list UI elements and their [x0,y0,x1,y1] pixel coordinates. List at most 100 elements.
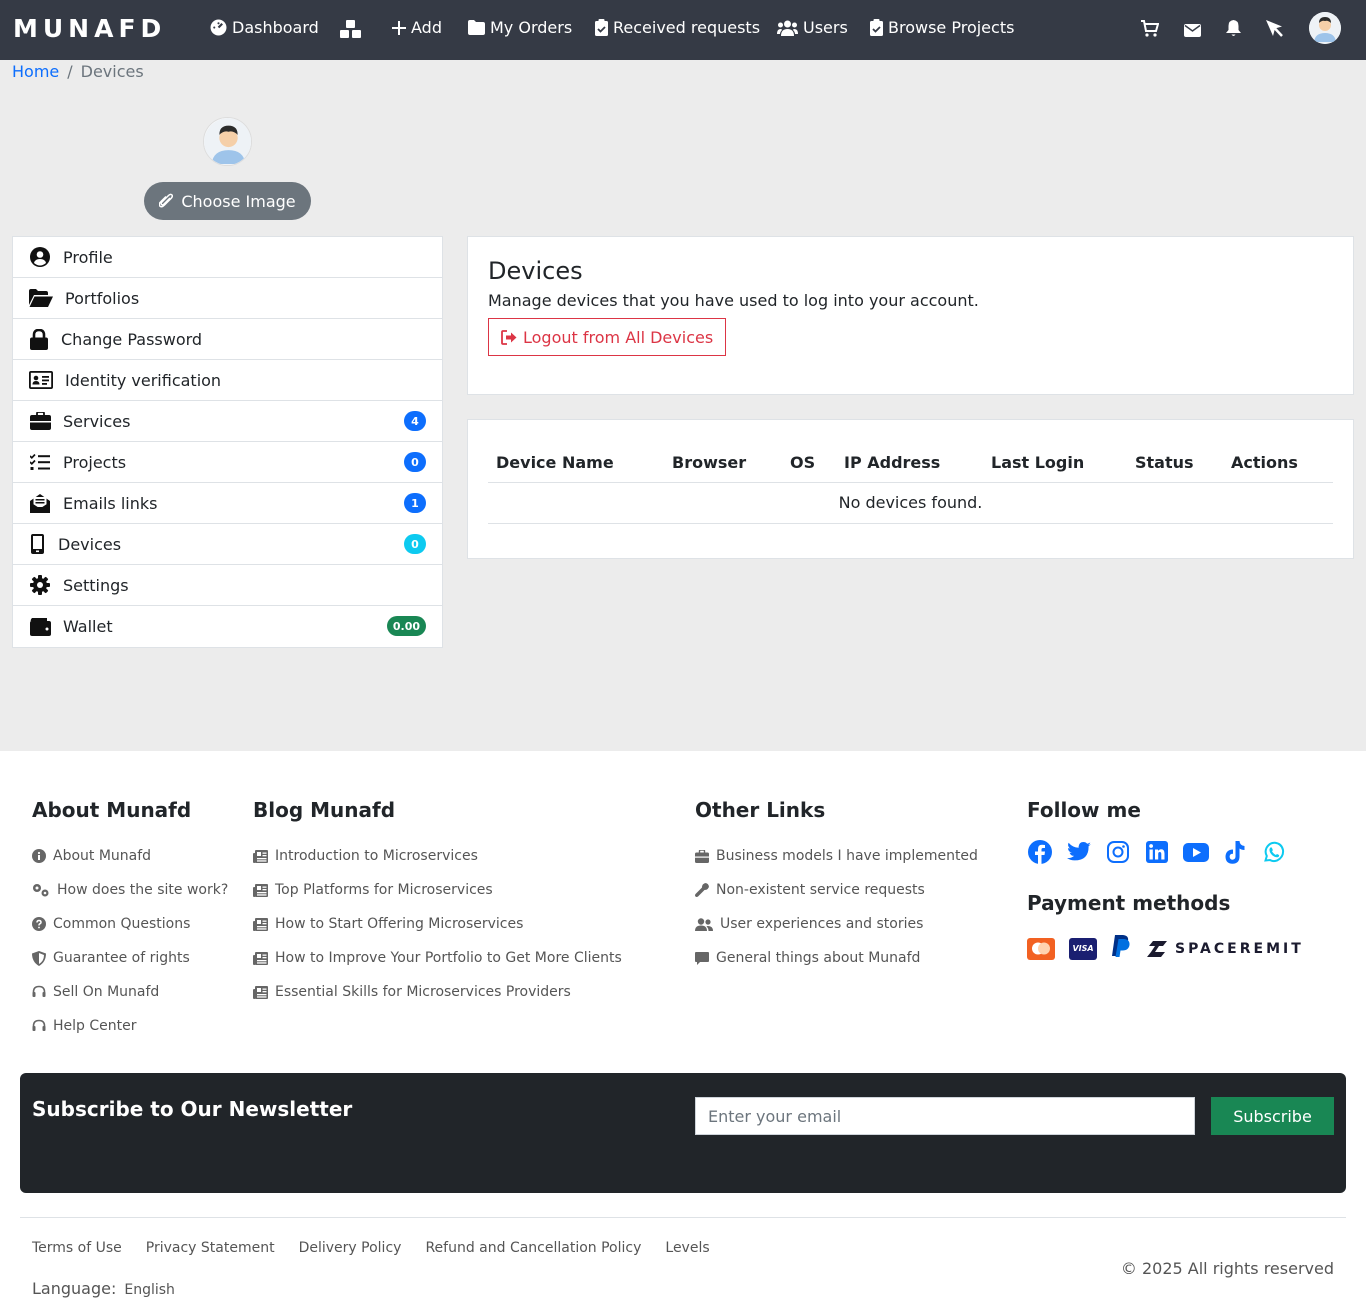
privacy-link[interactable]: Privacy Statement [146,1240,275,1256]
footer-other-link[interactable]: Non-existent service requests [695,873,978,907]
cart-button[interactable] [1141,20,1160,41]
envelope-open-icon [29,492,51,514]
footer-blog-link[interactable]: Top Platforms for Microservices [253,873,622,907]
sidebar-item-emails-links[interactable]: Emails links 1 [13,483,442,524]
paperclip-icon [159,193,174,208]
nav-add-label: Add [411,18,442,37]
nav-add[interactable]: Add [392,18,442,37]
footer-blog-link[interactable]: How to Improve Your Portfolio to Get Mor… [253,941,622,975]
breadcrumb-home[interactable]: Home [12,62,59,81]
logout-all-devices-button[interactable]: Logout from All Devices [488,318,727,356]
nav-my-orders[interactable]: My Orders [468,18,572,37]
nav-received-requests[interactable]: Received requests [595,18,760,37]
footer-link-label: General things about Munafd [716,950,921,966]
delivery-policy-link[interactable]: Delivery Policy [299,1240,402,1256]
brand-logo[interactable]: MUNAFD [13,14,166,43]
notifications-button[interactable] [1226,20,1241,41]
mastercard-icon [1027,937,1055,960]
spaceremit-mark-icon [1147,940,1167,957]
devices-table: Device Name Browser OS IP Address Last L… [488,440,1333,524]
footer-blog-link[interactable]: Introduction to Microservices [253,839,622,873]
newsletter-email-input[interactable]: Enter your email [695,1097,1195,1135]
cursor-icon [1266,20,1283,37]
footer-blog-link[interactable]: How to Start Offering Microservices [253,907,622,941]
footer-link-guarantee[interactable]: Guarantee of rights [32,941,228,975]
briefcase-icon [29,410,51,432]
nav-dashboard[interactable]: Dashboard [210,18,319,37]
wallet-balance-badge: 0.00 [386,616,426,636]
whatsapp-icon [1261,839,1287,865]
footer-link-how-it-works[interactable]: How does the site work? [32,873,228,907]
briefcase-icon [695,849,709,863]
sidebar-item-label: Emails links [63,493,158,513]
footer-other-link[interactable]: User experiences and stories [695,907,978,941]
levels-link[interactable]: Levels [665,1240,709,1256]
footer-link-label: Essential Skills for Microservices Provi… [275,984,571,1000]
bell-icon [1226,20,1241,36]
sidebar-item-devices[interactable]: Devices 0 [13,524,442,565]
subscribe-button[interactable]: Subscribe [1211,1097,1334,1135]
paypal-icon [1111,935,1131,962]
whatsapp-link[interactable] [1261,839,1287,865]
footer-other-link[interactable]: Business models I have implemented [695,839,978,873]
footer-link-faq[interactable]: Common Questions [32,907,228,941]
nav-users[interactable]: Users [777,18,848,37]
sidebar-item-settings[interactable]: Settings [13,565,442,606]
footer-policy-links: Terms of Use Privacy Statement Delivery … [32,1240,710,1256]
footer-about-column: About Munafd About Munafd How does the s… [32,798,228,1043]
cubes-icon [340,20,361,38]
nav-users-label: Users [803,18,848,37]
newsletter-placeholder: Enter your email [708,1106,842,1126]
pointer-button[interactable] [1266,20,1283,41]
users-icon [695,917,713,931]
footer-about-title: About Munafd [32,798,192,822]
footer-link-label: Guarantee of rights [53,950,190,966]
footer-link-about[interactable]: About Munafd [32,839,228,873]
headset-icon [32,1019,46,1031]
footer-link-label: Introduction to Microservices [275,848,478,864]
refund-policy-link[interactable]: Refund and Cancellation Policy [425,1240,641,1256]
sidebar-item-wallet[interactable]: Wallet 0.00 [13,606,442,647]
newspaper-icon [253,917,268,931]
footer-blog-link[interactable]: Essential Skills for Microservices Provi… [253,975,622,1009]
footer-link-sell[interactable]: Sell On Munafd [32,975,228,1009]
footer-follow-title: Follow me [1027,798,1141,822]
sidebar-item-change-password[interactable]: Change Password [13,319,442,360]
payment-methods: VISA SPACEREMIT [1027,935,1304,962]
projects-count-badge: 0 [404,452,426,472]
footer-other-link[interactable]: General things about Munafd [695,941,978,975]
terms-link[interactable]: Terms of Use [32,1240,122,1256]
cart-icon [1141,20,1160,37]
sidebar-item-profile[interactable]: Profile [13,237,442,278]
youtube-link[interactable] [1183,839,1209,865]
sidebar-item-portfolios[interactable]: Portfolios [13,278,442,319]
nav-services-cubes[interactable] [340,20,361,43]
footer-follow-column: Follow me Payment methods VISA SPACEREMI… [1027,798,1304,962]
messages-button[interactable] [1184,22,1201,41]
sidebar-item-label: Portfolios [65,288,140,308]
newspaper-icon [253,883,268,897]
choose-image-button[interactable]: Choose Image [144,182,311,220]
newsletter-section: Subscribe to Our Newsletter Enter your e… [20,1073,1346,1193]
language-selector: Language: English [32,1279,175,1298]
footer-link-label: How does the site work? [57,882,229,898]
sidebar-item-identity-verification[interactable]: Identity verification [13,360,442,401]
sidebar-item-label: Services [63,411,131,431]
instagram-link[interactable] [1105,839,1131,865]
language-value[interactable]: English [124,1282,175,1298]
user-avatar[interactable] [1309,12,1341,44]
devices-count-badge: 0 [404,534,426,554]
users-icon [777,20,798,36]
footer-link-help-center[interactable]: Help Center [32,1009,228,1043]
nav-browse-projects[interactable]: Browse Projects [870,18,1014,37]
footer-other-title: Other Links [695,798,826,822]
facebook-link[interactable] [1027,839,1053,865]
shield-icon [32,950,46,966]
twitter-link[interactable] [1066,839,1092,865]
question-circle-icon [32,917,46,931]
linkedin-link[interactable] [1144,839,1170,865]
sidebar-item-services[interactable]: Services 4 [13,401,442,442]
sidebar-item-projects[interactable]: Projects 0 [13,442,442,483]
tiktok-link[interactable] [1222,839,1248,865]
spaceremit-logo: SPACEREMIT [1145,939,1304,959]
